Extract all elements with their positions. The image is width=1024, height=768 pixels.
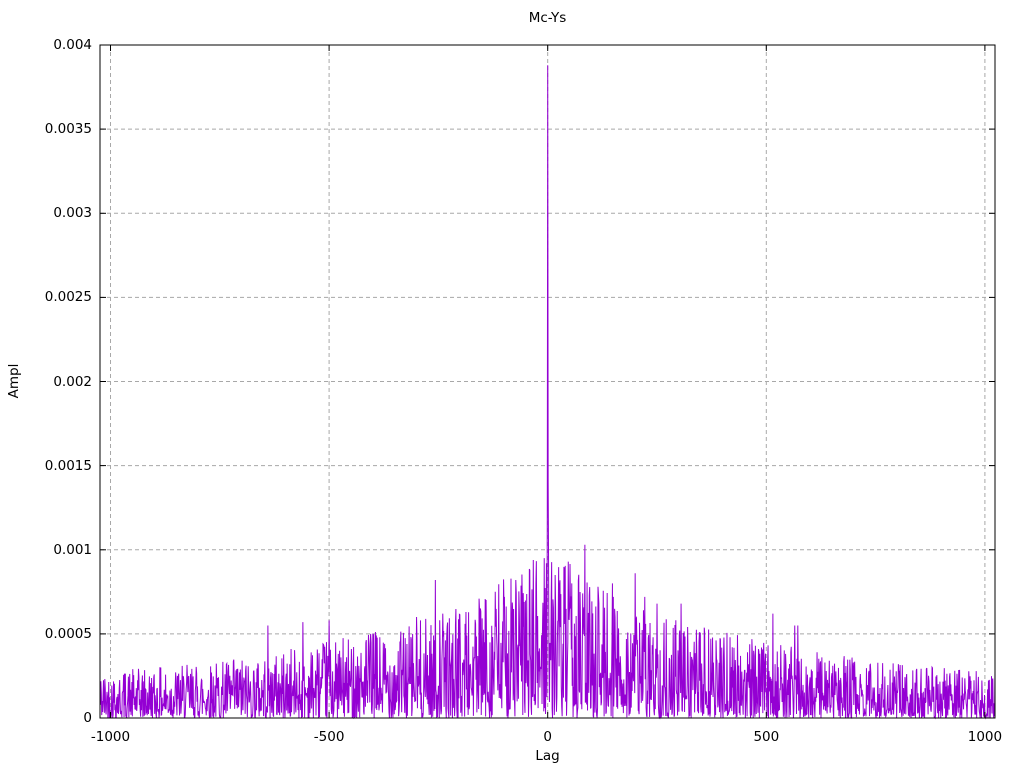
x-tick-label: -1000 xyxy=(90,729,131,745)
x-tick-label: -500 xyxy=(313,729,345,745)
y-tick-label: 0.001 xyxy=(53,541,92,558)
x-tick-label: 500 xyxy=(753,729,780,745)
y-tick-label: 0.0025 xyxy=(44,289,92,306)
y-tick-label: 0.0015 xyxy=(44,457,92,474)
x-tick-label: 1000 xyxy=(967,729,1003,745)
y-tick-label: 0.0035 xyxy=(44,121,92,138)
series-line xyxy=(99,65,996,720)
chart-title: Mc-Ys xyxy=(528,10,567,26)
plot-svg xyxy=(99,44,996,720)
x-tick-label: 0 xyxy=(543,729,552,745)
y-tick-label: 0 xyxy=(83,710,92,726)
y-tick-label: 0.004 xyxy=(53,37,92,53)
chart-canvas: Mc-Ys Lag Ampl -1000 -500 0 500 1000 0 0.0005 0… xyxy=(0,0,1024,768)
y-tick-label: 0.0005 xyxy=(44,625,92,642)
x-axis-label: Lag xyxy=(535,748,560,764)
y-tick-label: 0.002 xyxy=(53,373,92,390)
y-tick-label: 0.003 xyxy=(53,205,92,222)
